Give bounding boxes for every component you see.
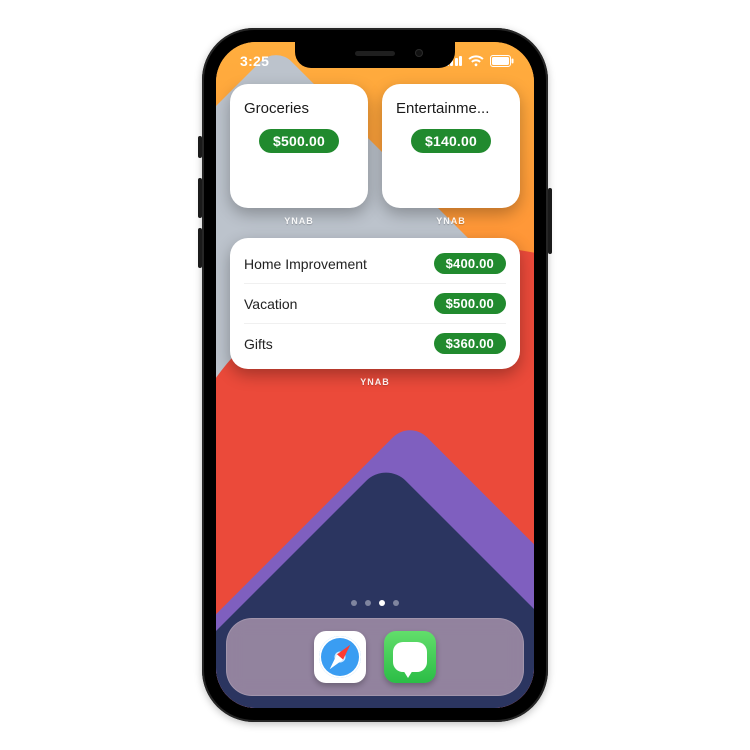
widget-title: Entertainme... (396, 100, 506, 117)
widget-small-entertainment[interactable]: Entertainme... $140.00 (382, 84, 520, 208)
widget-small-groceries[interactable]: Groceries $500.00 (230, 84, 368, 208)
phone-frame: 3:25 Groceries $500.00 (202, 28, 548, 722)
amount-badge: $400.00 (434, 253, 506, 274)
mute-switch[interactable] (198, 136, 202, 158)
widget-caption: YNAB (230, 377, 520, 387)
messages-icon (393, 642, 427, 672)
wifi-icon (468, 55, 484, 67)
safari-icon (319, 636, 361, 678)
battery-icon (490, 55, 514, 67)
volume-up-button[interactable] (198, 178, 202, 218)
amount-badge: $360.00 (434, 333, 506, 354)
notch (295, 42, 455, 68)
amount-badge: $500.00 (259, 129, 339, 153)
volume-down-button[interactable] (198, 228, 202, 268)
status-time: 3:25 (240, 53, 269, 69)
amount-badge: $500.00 (434, 293, 506, 314)
screen: 3:25 Groceries $500.00 (216, 42, 534, 708)
list-item: Vacation $500.00 (244, 283, 506, 323)
list-item-label: Home Improvement (244, 256, 367, 272)
list-item: Home Improvement $400.00 (244, 244, 506, 283)
widget-caption: YNAB (382, 216, 520, 226)
widget-medium-list[interactable]: Home Improvement $400.00 Vacation $500.0… (230, 238, 520, 369)
list-item-label: Gifts (244, 336, 273, 352)
widget-caption: YNAB (230, 216, 368, 226)
power-button[interactable] (548, 188, 552, 254)
list-item: Gifts $360.00 (244, 323, 506, 363)
list-item-label: Vacation (244, 296, 297, 312)
page-indicator[interactable] (216, 600, 534, 606)
widget-title: Groceries (244, 100, 354, 117)
dock (226, 618, 524, 696)
app-messages[interactable] (384, 631, 436, 683)
app-safari[interactable] (314, 631, 366, 683)
amount-badge: $140.00 (411, 129, 491, 153)
